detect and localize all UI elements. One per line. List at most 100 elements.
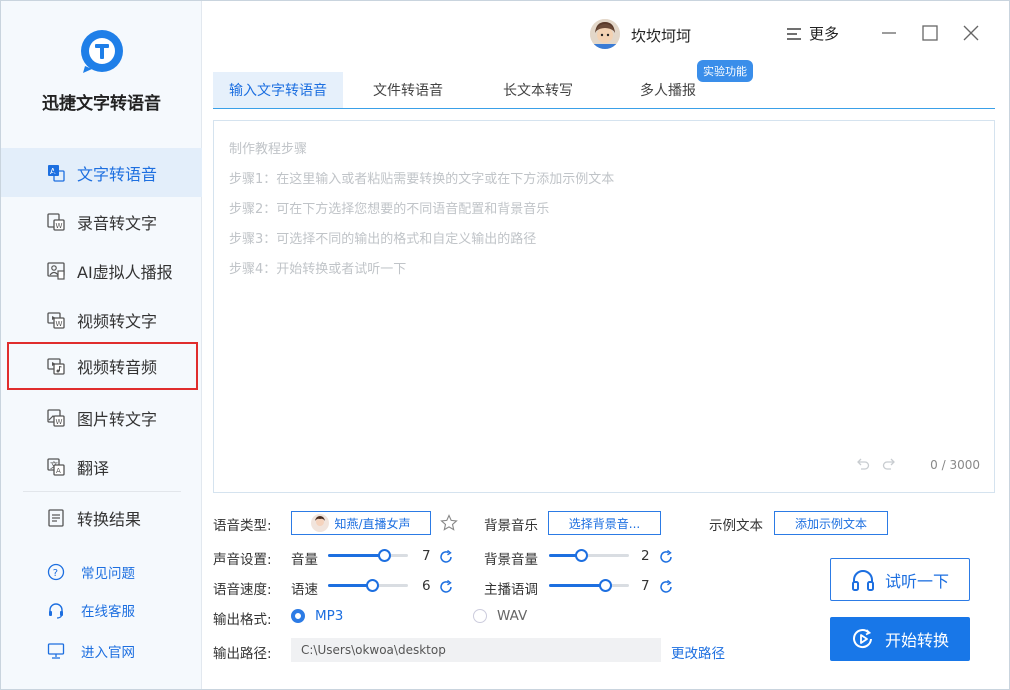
experimental-badge: 实验功能 [697,60,753,82]
placeholder-line: 步骤3：可选择不同的输出的格式和自定义输出的路径 [229,232,537,247]
help-label: 常见问题 [81,566,135,582]
recording-icon: W [47,212,65,231]
svg-text:A: A [56,467,61,475]
sidebar-item-video-to-text[interactable]: W 视频转文字 [1,295,202,344]
tab-long-text[interactable]: 长文本转写 [473,72,603,108]
more-menu-button[interactable]: 更多 [787,23,839,44]
wav-label[interactable]: WAV [497,608,527,624]
listen-label: 试听一下 [884,571,949,591]
change-path-link[interactable]: 更改路径 [671,642,725,662]
reset-bg-volume-icon[interactable] [659,550,673,564]
pitch-value: 7 [641,578,650,594]
sidebar-item-label: 视频转文字 [77,311,158,331]
sidebar-item-translate[interactable]: 文A 翻译 [1,442,202,491]
help-faq-link[interactable]: ? 常见问题 [1,557,202,587]
question-icon: ? [47,563,65,581]
sidebar-item-label: 文字转语音 [77,164,158,184]
pitch-slider[interactable] [549,577,629,593]
voice-avatar-icon [311,514,330,532]
mp3-radio[interactable] [291,609,305,623]
help-website-link[interactable]: 进入官网 [1,636,202,666]
hamburger-icon [787,27,801,40]
tab-label: 多人播报 [640,83,696,99]
speed-slider[interactable] [328,577,408,593]
svg-text:W: W [56,222,63,230]
bg-music-label: 背景音乐 [484,518,538,534]
sidebar-item-label: 录音转文字 [77,213,158,233]
sidebar-item-label: AI虚拟人播报 [77,262,173,282]
app-name: 迅捷文字转语音 [42,94,161,114]
add-sample-text-button[interactable]: 添加示例文本 [774,511,888,535]
help-label: 进入官网 [81,645,135,661]
sidebar: 迅捷文字转语音 A 文字转语音 W 录音转文字 AI虚拟人播报 W 视频转文字 … [1,1,202,689]
volume-value: 7 [422,548,431,564]
wav-radio[interactable] [473,609,487,623]
text-to-speech-icon: A [48,164,65,182]
results-icon [48,508,64,527]
sidebar-item-text-to-speech[interactable]: A 文字转语音 [1,148,202,197]
reset-speed-icon[interactable] [439,580,453,594]
speed-label: 语速 [291,582,318,598]
image-text-icon: W [47,408,65,427]
ai-avatar-icon [47,261,65,280]
mp3-label[interactable]: MP3 [315,608,343,624]
undo-icon[interactable] [856,457,870,471]
output-format-label: 输出格式: [213,612,272,628]
svg-text:W: W [56,418,63,426]
redo-icon[interactable] [882,457,896,471]
maximize-icon[interactable] [920,23,940,43]
help-label: 在线客服 [81,604,135,620]
tab-bar: 输入文字转语音 文件转语音 长文本转写 多人播报 [213,72,995,109]
close-icon[interactable] [961,23,981,43]
sidebar-item-image-to-text[interactable]: W 图片转文字 [1,393,202,442]
pitch-label: 主播语调 [484,582,538,598]
tab-file[interactable]: 文件转语音 [343,72,473,108]
translate-icon: 文A [47,457,65,476]
reset-pitch-icon[interactable] [659,580,673,594]
sidebar-item-video-to-audio[interactable]: 视频转音频 [7,342,198,390]
tab-label: 文件转语音 [373,83,443,99]
sidebar-item-label: 视频转音频 [77,358,158,377]
output-path-field[interactable] [291,638,661,662]
voice-type-label: 语音类型: [213,518,272,534]
speech-speed-label: 语音速度: [213,582,272,598]
video-text-icon: W [47,311,65,329]
start-label: 开始转换 [884,631,949,650]
play-circle-icon [853,629,872,648]
volume-label: 音量 [291,552,318,568]
help-support-link[interactable]: 在线客服 [1,595,202,625]
avatar[interactable] [590,19,620,49]
svg-text:W: W [56,320,63,328]
sidebar-item-label: 图片转文字 [77,409,158,429]
username: 坎坎坷坷 [631,27,692,45]
bg-music-select-button[interactable]: 选择背景音... [548,511,661,535]
tab-label: 输入文字转语音 [229,83,327,99]
bg-volume-slider[interactable] [549,547,629,563]
tab-input-text[interactable]: 输入文字转语音 [213,72,343,108]
sidebar-item-label: 转换结果 [77,509,142,529]
minimize-icon[interactable] [879,23,899,43]
bg-volume-label: 背景音量 [484,552,538,568]
sidebar-item-label: 翻译 [77,458,110,478]
sidebar-item-ai-avatar[interactable]: AI虚拟人播报 [1,246,202,295]
sidebar-item-recording-to-text[interactable]: W 录音转文字 [1,197,202,246]
app-logo-icon [81,30,123,73]
avatar-face-icon [590,19,620,49]
speed-value: 6 [422,578,431,594]
volume-slider[interactable] [328,547,408,563]
star-icon[interactable] [440,514,458,532]
placeholder-line: 制作教程步骤 [229,142,308,157]
placeholder-line: 步骤1：在这里输入或者粘贴需要转换的文字或在下方添加示例文本 [229,172,615,187]
placeholder-line: 步骤2：可在下方选择您想要的不同语音配置和背景音乐 [229,202,550,217]
svg-text:?: ? [53,568,58,579]
text-editor[interactable]: 制作教程步骤 步骤1：在这里输入或者粘贴需要转换的文字或在下方添加示例文本 步骤… [213,120,995,493]
reset-volume-icon[interactable] [439,550,453,564]
start-convert-button[interactable]: 开始转换 [830,617,970,661]
headset-icon [49,603,63,619]
listen-button[interactable]: 试听一下 [830,558,970,601]
headphones-icon [851,569,874,591]
voice-select-button[interactable]: 知燕/直播女声 [291,511,431,535]
tab-label: 长文本转写 [503,83,573,99]
sidebar-item-results[interactable]: 转换结果 [1,493,202,542]
monitor-icon [47,643,65,659]
